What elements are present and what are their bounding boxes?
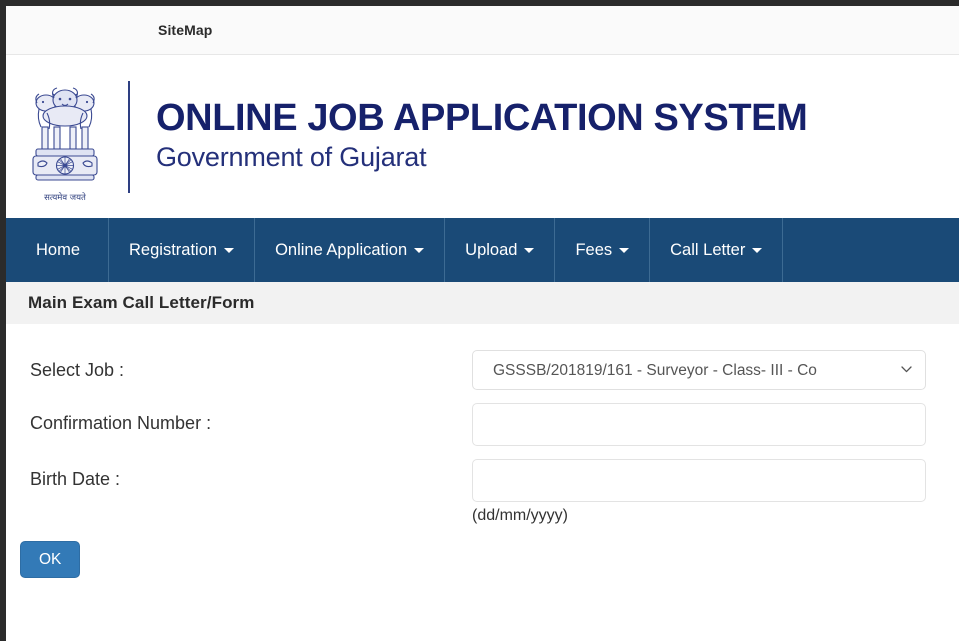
chevron-down-icon: [619, 247, 630, 253]
select-job-dropdown[interactable]: GSSSB/201819/161 - Surveyor - Class- III…: [472, 350, 926, 390]
nav-item-fees[interactable]: Fees: [555, 218, 651, 282]
nav-filler: [783, 218, 959, 282]
sitemap-link[interactable]: SiteMap: [158, 22, 212, 38]
form-row-birth-date: Birth Date : (dd/mm/yyyy): [6, 459, 959, 527]
nav-item-call-letter[interactable]: Call Letter: [650, 218, 784, 282]
chevron-down-icon: [224, 247, 235, 253]
india-state-emblem-icon: सत्यमेव जयते: [22, 71, 108, 203]
brand-divider: [128, 80, 130, 193]
nav-item-label: Upload: [465, 240, 518, 259]
site-subtitle: Government of Gujarat: [156, 141, 427, 172]
birth-date-label: Birth Date :: [30, 469, 121, 489]
nav-item-registration[interactable]: Registration: [109, 218, 256, 282]
brand-text: ONLINE JOB APPLICATION SYSTEM Government…: [156, 96, 808, 175]
utility-bar: SiteMap: [6, 6, 959, 55]
call-letter-form: Select Job : GSSSB/201819/161 - Surveyor…: [6, 324, 959, 578]
nav-item-label: Fees: [575, 240, 613, 259]
site-title: ONLINE JOB APPLICATION SYSTEM: [156, 96, 808, 139]
birth-date-input[interactable]: [472, 459, 926, 502]
page-title: Main Exam Call Letter/Form: [28, 293, 255, 312]
birth-date-format-hint: (dd/mm/yyyy): [472, 507, 568, 524]
nav-item-label: Registration: [129, 240, 218, 259]
chevron-down-icon: [414, 247, 425, 253]
nav-item-online-application[interactable]: Online Application: [255, 218, 446, 282]
nav-item-label: Online Application: [275, 240, 408, 259]
nav-item-home[interactable]: Home: [6, 218, 110, 282]
page-heading-bar: Main Exam Call Letter/Form: [6, 282, 959, 324]
nav-item-upload[interactable]: Upload: [445, 218, 556, 282]
chevron-down-icon: [524, 247, 535, 253]
confirmation-number-input[interactable]: [472, 403, 926, 446]
chevron-down-icon: [752, 247, 763, 253]
select-job-label: Select Job :: [30, 360, 125, 380]
ok-button[interactable]: OK: [20, 540, 81, 578]
select-job-wrapper: GSSSB/201819/161 - Surveyor - Class- III…: [472, 350, 926, 390]
form-row-select-job: Select Job : GSSSB/201819/161 - Surveyor…: [6, 350, 959, 390]
page-root: SiteMap सत्यमेव जयते ONLINE JOB APPLICAT…: [0, 0, 959, 641]
emblem-motto: सत्यमेव जयते: [44, 192, 86, 203]
form-submit-row: OK: [6, 540, 959, 578]
main-navigation: Home Registration Online Application Upl…: [6, 218, 959, 282]
form-row-confirmation-number: Confirmation Number :: [6, 403, 959, 446]
confirmation-number-label: Confirmation Number :: [30, 413, 212, 433]
nav-item-label: Call Letter: [670, 240, 746, 259]
nav-item-label: Home: [36, 240, 81, 259]
masthead: सत्यमेव जयते ONLINE JOB APPLICATION SYST…: [6, 55, 959, 218]
